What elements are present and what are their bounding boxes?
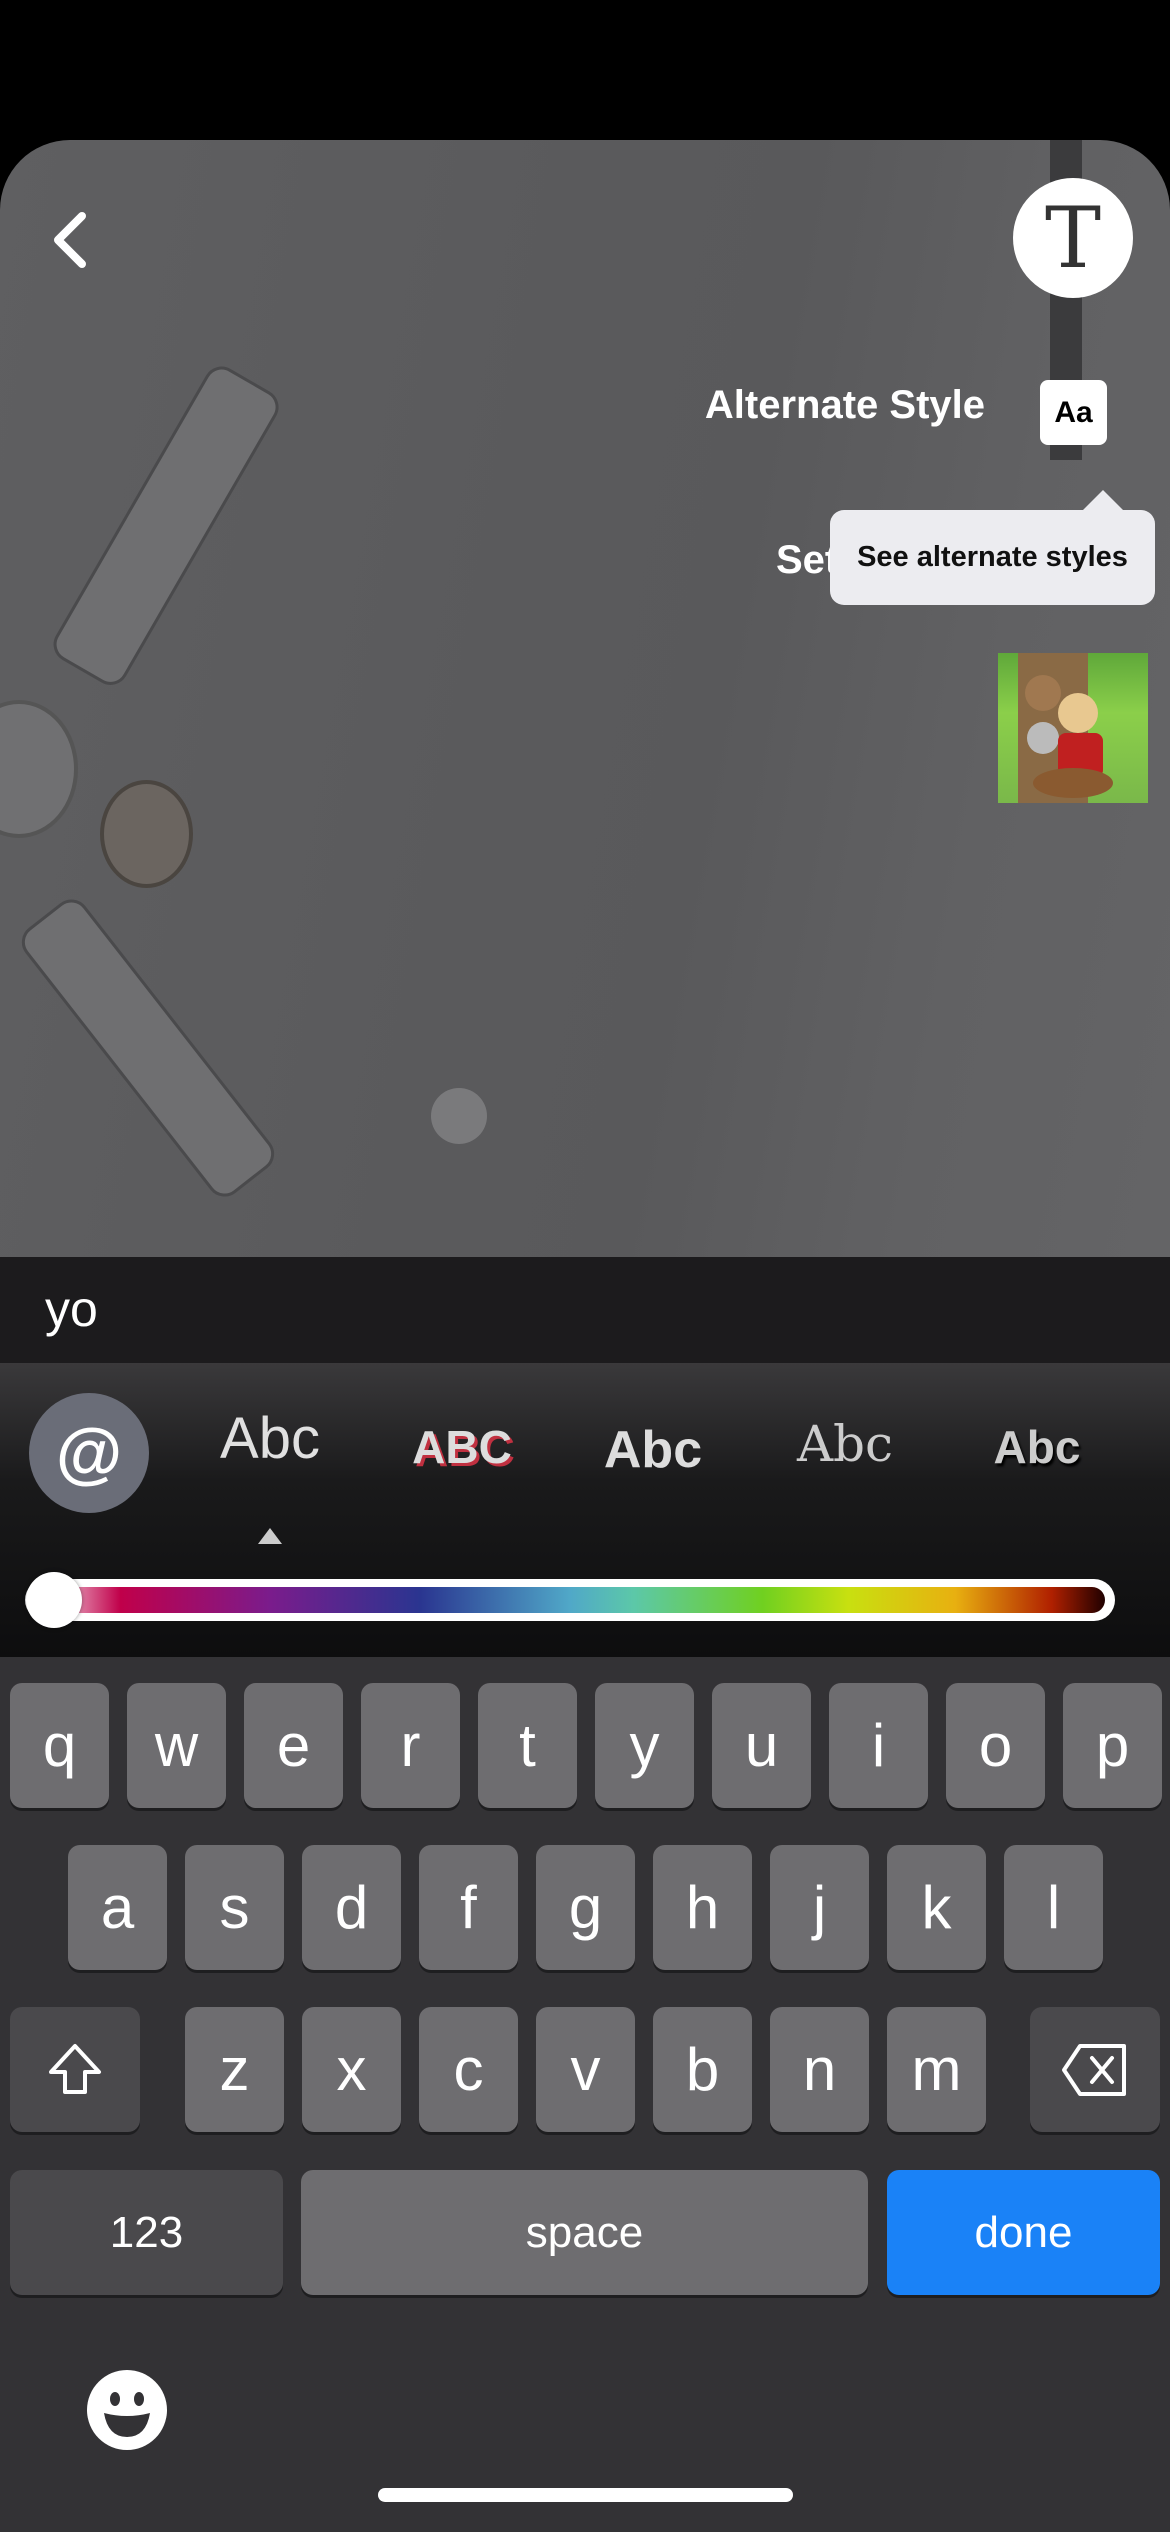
style-option-typewriter[interactable]: Abc (760, 1415, 930, 1473)
fan-blade (14, 892, 282, 1204)
mention-button[interactable]: @ (29, 1393, 149, 1513)
numbers-key[interactable]: 123 (10, 2170, 283, 2295)
key-h[interactable]: h (653, 1845, 752, 1970)
caption-input[interactable]: yo (45, 1280, 98, 1338)
key-g[interactable]: g (536, 1845, 635, 1970)
key-x[interactable]: x (302, 2007, 401, 2132)
alternate-style-label[interactable]: Alternate Style (705, 383, 985, 428)
home-indicator[interactable] (378, 2488, 793, 2502)
space-key[interactable]: space (301, 2170, 868, 2295)
alternate-styles-tooltip: See alternate styles (830, 490, 1155, 605)
key-e[interactable]: e (244, 1683, 343, 1808)
back-chevron-icon[interactable] (40, 200, 110, 280)
color-slider-track[interactable] (35, 1587, 1105, 1613)
key-w[interactable]: w (127, 1683, 226, 1808)
delete-key[interactable] (1030, 2007, 1160, 2132)
key-p[interactable]: p (1063, 1683, 1162, 1808)
key-c[interactable]: c (419, 2007, 518, 2132)
caption-bar[interactable] (0, 1257, 1170, 1363)
bitmoji-sticker[interactable] (998, 653, 1148, 803)
key-r[interactable]: r (361, 1683, 460, 1808)
key-o[interactable]: o (946, 1683, 1045, 1808)
key-t[interactable]: t (478, 1683, 577, 1808)
color-slider-knob[interactable] (26, 1572, 82, 1628)
key-a[interactable]: a (68, 1845, 167, 1970)
key-k[interactable]: k (887, 1845, 986, 1970)
text-tool-button[interactable]: T (1013, 178, 1133, 298)
key-j[interactable]: j (770, 1845, 869, 1970)
focus-dot (431, 1088, 487, 1144)
key-z[interactable]: z (185, 2007, 284, 2132)
camera-preview (0, 140, 1170, 1257)
key-l[interactable]: l (1004, 1845, 1103, 1970)
key-y[interactable]: y (595, 1683, 694, 1808)
shift-icon (49, 2043, 101, 2094)
key-m[interactable]: m (887, 2007, 986, 2132)
key-q[interactable]: q (10, 1683, 109, 1808)
set-label[interactable]: Set (776, 538, 838, 583)
key-n[interactable]: n (770, 2007, 869, 2132)
key-f[interactable]: f (419, 1845, 518, 1970)
key-s[interactable]: s (185, 1845, 284, 1970)
key-i[interactable]: i (829, 1683, 928, 1808)
emoji-icon[interactable] (86, 2369, 168, 2451)
fan-motor (100, 780, 193, 888)
style-option-bold-red[interactable]: ABC (377, 1420, 547, 1474)
fan-hub (0, 700, 78, 838)
style-option-classic[interactable]: Abc (185, 1405, 355, 1472)
done-key[interactable]: done (887, 2170, 1160, 2295)
alternate-style-button[interactable]: Aa (1040, 380, 1107, 445)
key-u[interactable]: u (712, 1683, 811, 1808)
selected-style-indicator (258, 1528, 282, 1544)
key-d[interactable]: d (302, 1845, 401, 1970)
color-slider[interactable] (25, 1579, 1115, 1621)
key-v[interactable]: v (536, 2007, 635, 2132)
key-b[interactable]: b (653, 2007, 752, 2132)
shift-key[interactable] (10, 2007, 140, 2132)
backspace-icon (1062, 2043, 1126, 2096)
style-option-bold[interactable]: Abc (568, 1420, 738, 1480)
fan-blade (47, 360, 286, 692)
style-option-shadow[interactable]: Abc (952, 1420, 1122, 1474)
